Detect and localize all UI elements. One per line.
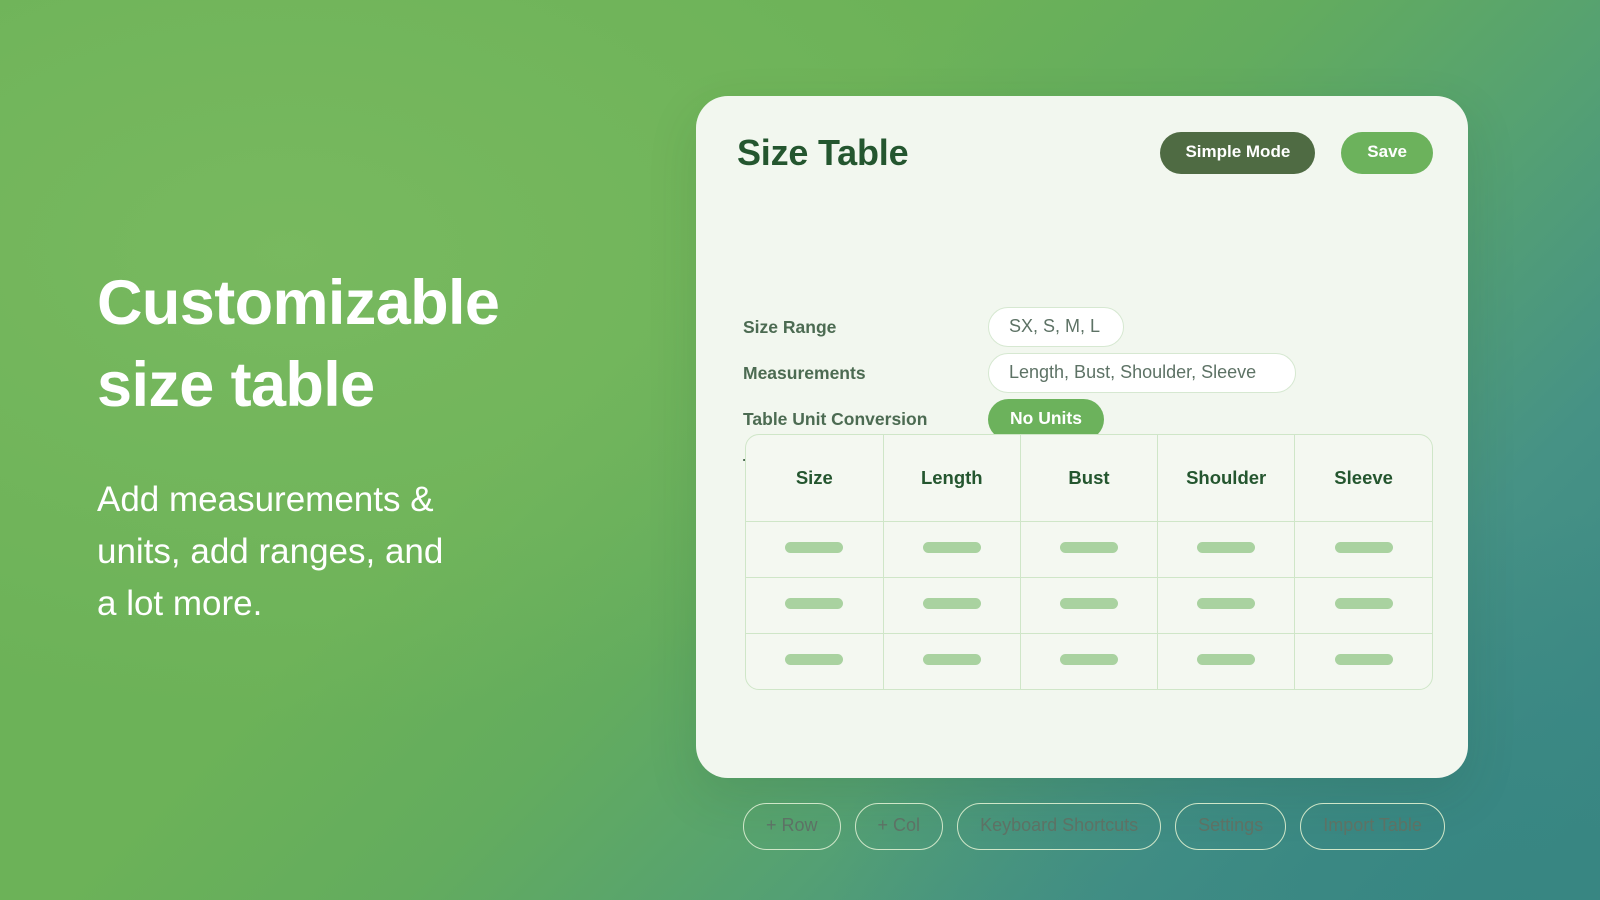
column-header-bust[interactable]: Bust (1020, 435, 1159, 522)
card-header: Size Table Simple Mode Save (737, 128, 1433, 178)
table-cell[interactable] (883, 577, 1021, 634)
cell-placeholder-bar (922, 598, 981, 609)
table-cell[interactable] (1020, 521, 1159, 578)
table-cell[interactable] (746, 633, 884, 689)
cell-placeholder-bar (922, 542, 981, 553)
cell-placeholder-bar (922, 654, 981, 666)
cell-placeholder-bar (1197, 598, 1256, 609)
column-header-size[interactable]: Size (746, 435, 884, 522)
table-row (746, 577, 1432, 634)
simple-mode-button[interactable]: Simple Mode (1160, 132, 1316, 174)
keyboard-shortcuts-button[interactable]: Keyboard Shortcuts (957, 803, 1162, 850)
save-button[interactable]: Save (1341, 132, 1433, 174)
import-table-button[interactable]: Import Table (1300, 803, 1445, 850)
settings-button[interactable]: Settings (1175, 803, 1287, 850)
label-table-unit-conversion: Table Unit Conversion (743, 408, 928, 429)
cell-placeholder-bar (1197, 654, 1256, 666)
cell-placeholder-bar (1334, 654, 1393, 666)
table-cell[interactable] (1294, 521, 1432, 578)
hero-headline: Customizable size table (97, 268, 500, 420)
add-col-button[interactable]: + Col (854, 803, 944, 850)
table-cell[interactable] (1294, 577, 1432, 634)
cell-placeholder-bar (1334, 598, 1393, 609)
cell-placeholder-bar (1197, 542, 1256, 553)
table-cell[interactable] (883, 521, 1021, 578)
table-cell[interactable] (1295, 633, 1432, 689)
size-table-grid: Size Length Bust Shoulder Sleeve (745, 434, 1433, 690)
table-cell[interactable] (746, 521, 884, 578)
cell-placeholder-bar (1059, 654, 1118, 666)
cell-placeholder-bar (785, 542, 844, 553)
cell-placeholder-bar (1059, 598, 1118, 609)
table-cell[interactable] (1157, 633, 1296, 689)
label-size-range: Size Range (743, 316, 837, 337)
column-header-shoulder[interactable]: Shoulder (1157, 435, 1296, 522)
table-toolbar: + Row + Col Keyboard Shortcuts Settings … (743, 803, 1445, 850)
table-row (746, 633, 1432, 689)
cell-placeholder-bar (1059, 542, 1118, 553)
table-cell[interactable] (883, 633, 1021, 689)
label-measurements: Measurements (743, 362, 866, 383)
cell-placeholder-bar (1334, 542, 1393, 553)
measurements-input[interactable] (988, 353, 1296, 393)
hero-subcopy: Add measurements & units, add ranges, an… (97, 480, 444, 623)
header-actions: Simple Mode Save (1160, 132, 1433, 174)
table-cell[interactable] (746, 577, 884, 634)
form-row-measurements: Measurements (743, 350, 1433, 396)
cell-placeholder-bar (785, 598, 844, 609)
table-cell[interactable] (1157, 521, 1296, 578)
table-cell[interactable] (1020, 633, 1159, 689)
add-row-button[interactable]: + Row (743, 803, 841, 850)
size-table-card: Size Table Simple Mode Save Size Range M… (696, 96, 1468, 850)
column-header-length[interactable]: Length (883, 435, 1021, 522)
column-header-sleeve[interactable]: Sleeve (1294, 435, 1432, 522)
table-row (746, 521, 1432, 578)
table-header-row: Size Length Bust Shoulder Sleeve (746, 435, 1432, 522)
cell-placeholder-bar (785, 654, 844, 666)
page-title: Size Table (737, 132, 909, 173)
form-row-size-range: Size Range (743, 304, 1433, 350)
size-range-input[interactable] (988, 307, 1124, 347)
table-cell[interactable] (1020, 577, 1159, 634)
table-cell[interactable] (1157, 577, 1296, 634)
hero-copy: Customizable size table Add measurements… (97, 262, 657, 630)
